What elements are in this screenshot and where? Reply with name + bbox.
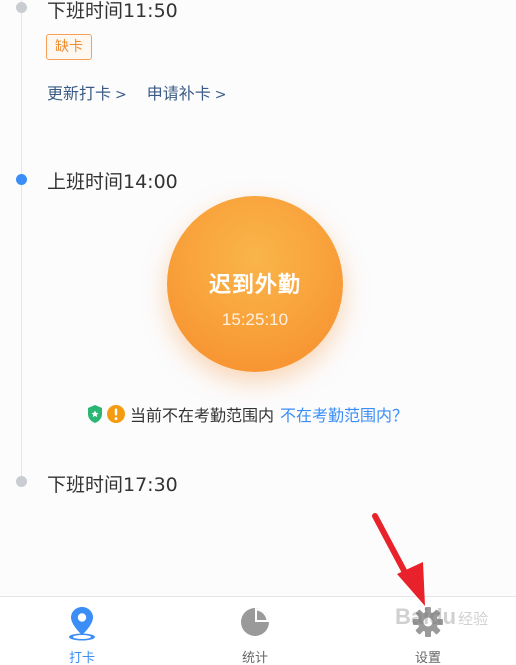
warning-icon <box>107 405 125 423</box>
punch-status: 迟到外勤 <box>208 273 301 298</box>
watermark-brand: Baidu <box>395 604 457 629</box>
out-of-range-help-link[interactable]: 不在考勤范围内？ <box>280 402 408 426</box>
apply-makeup-label: 申请补卡 <box>146 84 211 103</box>
tab-statistics[interactable]: 统计 <box>195 597 315 665</box>
baidu-watermark: Baidu 经验 <box>395 604 488 630</box>
chevron-right-icon: > <box>115 87 127 103</box>
timeline-dot-active <box>16 174 27 185</box>
punch-links: 更新打卡 > 申请补卡 > <box>47 80 227 104</box>
location-pin-icon <box>69 607 95 641</box>
missing-punch-badge: 缺卡 <box>46 34 92 60</box>
timeline-dot <box>16 476 27 487</box>
timeline-dot <box>16 2 27 13</box>
shield-icon <box>88 405 102 423</box>
punch-page: 下班时间11:50 缺卡 更新打卡 > 申请补卡 > 上班时间14:00 迟到外勤 … <box>0 0 516 596</box>
update-punch-link[interactable]: 更新打卡 > <box>47 80 127 104</box>
punch-button[interactable]: 迟到外勤 15:25:10 <box>167 196 343 372</box>
location-range-notice: 当前不在考勤范围内 不在考勤范围内？ <box>86 402 408 426</box>
tab-settings-label: 设置 <box>414 651 441 665</box>
timeline-label-off-work-1: 下班时间11:50 <box>47 0 178 22</box>
punch-clock: 15:25:10 <box>221 310 289 329</box>
timeline-line <box>21 0 22 480</box>
apply-makeup-link[interactable]: 申请补卡 > <box>147 80 227 104</box>
timeline-label-off-work-2: 下班时间17:30 <box>47 474 178 496</box>
timeline-label-on-work: 上班时间14:00 <box>47 171 178 193</box>
watermark-sub: 经验 <box>458 611 489 628</box>
tab-statistics-label: 统计 <box>241 651 268 665</box>
out-of-range-text: 当前不在考勤范围内 <box>130 406 275 425</box>
annotation-arrow-icon <box>372 513 425 606</box>
chevron-right-icon: > <box>214 87 227 103</box>
tab-punch[interactable]: 打卡 <box>22 597 142 665</box>
pie-chart-icon <box>241 608 269 636</box>
tab-punch-label: 打卡 <box>68 651 95 665</box>
update-punch-label: 更新打卡 <box>47 84 112 103</box>
